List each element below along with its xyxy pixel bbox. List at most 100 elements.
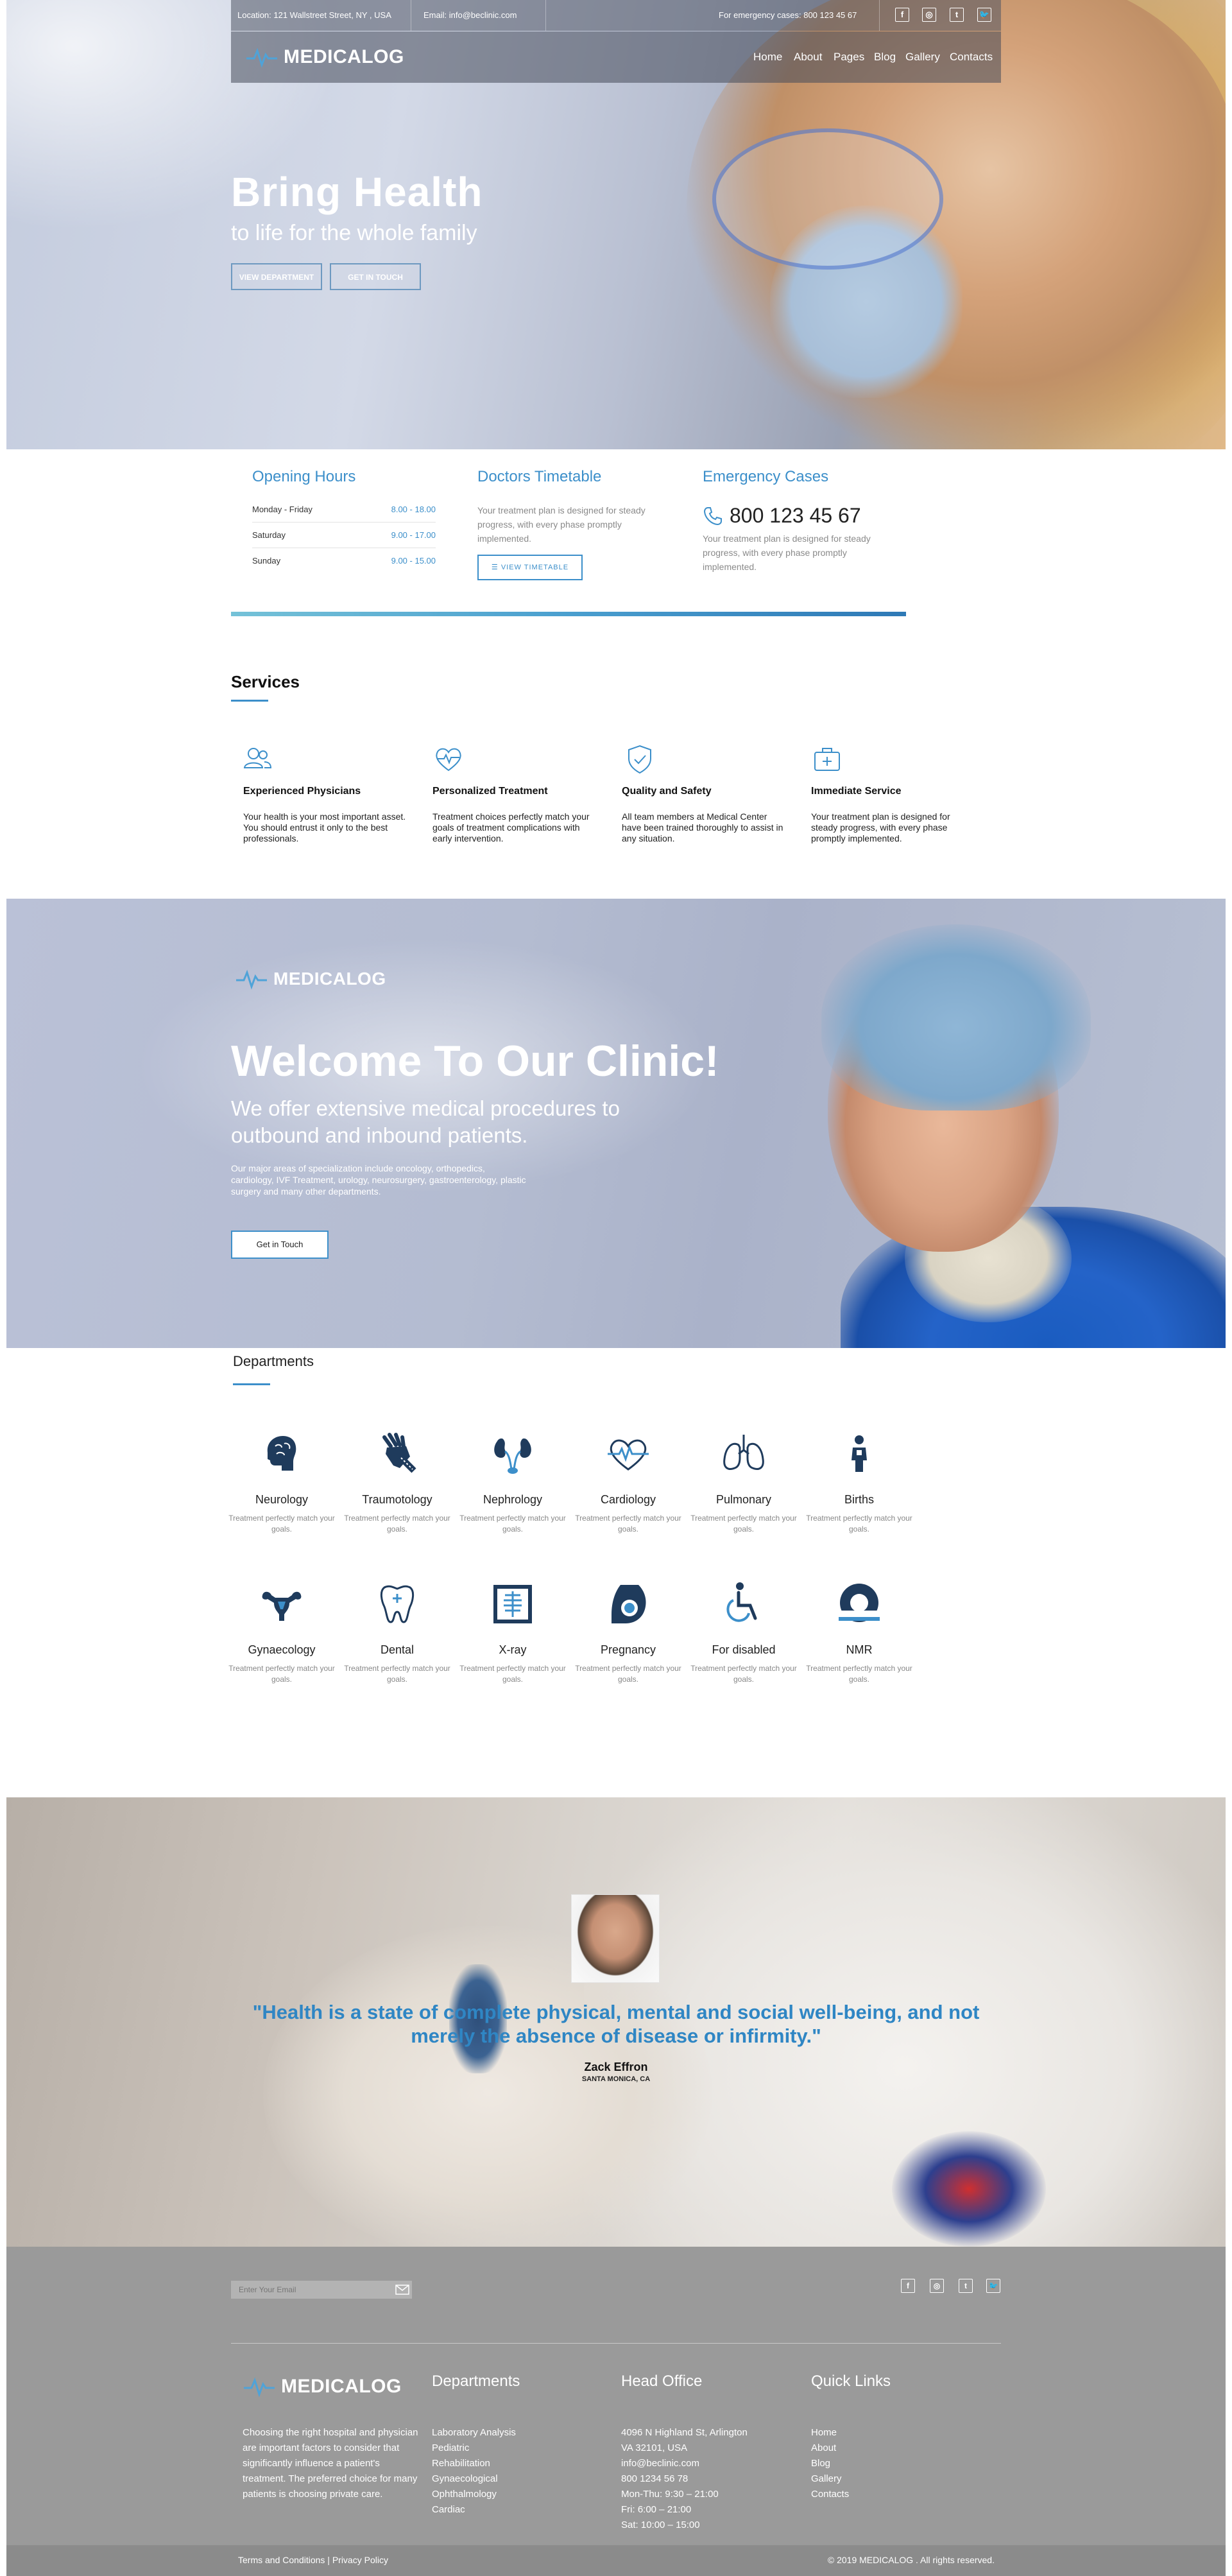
department-desc: Treatment perfectly match your goals. [690, 1664, 797, 1684]
nav-home[interactable]: Home [753, 48, 782, 66]
department-item[interactable]: Dental Treatment perfectly match your go… [343, 1578, 452, 1685]
department-item[interactable]: Cardiology Treatment perfectly match you… [574, 1428, 683, 1535]
logo-text: MEDICALOG [273, 969, 386, 989]
footer-department-link[interactable]: Gynaecological [432, 2471, 516, 2487]
xray-icon [493, 1585, 532, 1623]
twitter-icon[interactable]: 🐦 [986, 2279, 1000, 2293]
testimonial-author: Zack Effron [584, 2061, 648, 2073]
title-underline [233, 1383, 270, 1385]
welcome-text: Our major areas of specialization includ… [231, 1163, 526, 1197]
heartbeat-logo-icon [246, 48, 277, 68]
department-item[interactable]: Gynaecology Treatment perfectly match yo… [227, 1578, 336, 1685]
quick-link-contacts[interactable]: Contacts [811, 2487, 849, 2502]
nav-pages[interactable]: Pages [834, 48, 864, 66]
department-name: For disabled [712, 1643, 776, 1656]
footer-departments-title: Departments [432, 2373, 520, 2390]
view-timetable-label: VIEW TIMETABLE [501, 564, 569, 571]
emergency-cases-title: Emergency Cases [703, 468, 829, 485]
footer-logo[interactable]: MEDICALOG [243, 2375, 402, 2398]
twitter-icon[interactable]: 🐦 [977, 8, 991, 22]
testimonial-quote: "Health is a state of complete physical,… [252, 2001, 980, 2047]
department-item[interactable]: Traumotology Treatment perfectly match y… [343, 1428, 452, 1535]
department-desc: Treatment perfectly match your goals. [806, 1664, 912, 1684]
pregnancy-icon [612, 1585, 646, 1623]
footer-department-link[interactable]: Laboratory Analysis [432, 2425, 516, 2441]
newsletter-email-input[interactable] [231, 2281, 398, 2299]
hours-day: Monday - Friday [252, 505, 312, 514]
hours-row: Saturday 9.00 - 17.00 [252, 523, 436, 548]
footer-department-link[interactable]: Ophthalmology [432, 2487, 516, 2502]
topbar-emergency: For emergency cases: 800 123 45 67 [719, 10, 857, 20]
quick-link-gallery[interactable]: Gallery [811, 2471, 849, 2487]
view-timetable-button[interactable]: ☰ VIEW TIMETABLE [477, 555, 583, 580]
timetable-text: Your treatment plan is designed for stea… [477, 505, 646, 544]
nav-gallery[interactable]: Gallery [905, 48, 940, 66]
facebook-icon[interactable]: f [901, 2279, 915, 2293]
emergency-phone[interactable]: 800 123 45 67 [703, 504, 861, 528]
department-name: Pregnancy [600, 1643, 656, 1656]
heartbeat-logo-icon [244, 2377, 275, 2398]
department-item[interactable]: Pulmonary Treatment perfectly match your… [689, 1428, 798, 1535]
department-item[interactable]: Births Treatment perfectly match your go… [805, 1428, 914, 1535]
logo[interactable]: MEDICALOG [245, 46, 404, 69]
hours-row: Monday - Friday 8.00 - 18.00 [252, 497, 436, 523]
head-office-title: Head Office [621, 2373, 703, 2390]
lungs-icon [723, 1435, 764, 1470]
testimonial-location: SANTA MONICA, CA [581, 2075, 651, 2083]
footer-department-link[interactable]: Rehabilitation [432, 2456, 516, 2471]
service-title: Immediate Service [811, 786, 902, 797]
service-text: Your treatment plan is designed for stea… [811, 811, 950, 843]
welcome-subtitle: We offer extensive medical procedures to [231, 1096, 620, 1120]
get-in-touch-button[interactable]: Get in Touch [231, 1231, 329, 1259]
hero-photo-goggles [712, 128, 943, 270]
nav-blog[interactable]: Blog [874, 48, 896, 66]
legal-links[interactable]: Terms and Conditions | Privacy Policy [238, 2555, 388, 2565]
department-item[interactable]: Neurology Treatment perfectly match your… [227, 1428, 336, 1535]
hero-title: Bring Health [231, 169, 483, 215]
department-item[interactable]: X-ray Treatment perfectly match your goa… [458, 1578, 567, 1685]
footer-department-link[interactable]: Pediatric [432, 2441, 516, 2456]
newsletter-submit-button[interactable] [393, 2281, 412, 2299]
office-email[interactable]: info@beclinic.com [621, 2456, 748, 2471]
department-desc: Treatment perfectly match your goals. [690, 1514, 797, 1534]
office-hours: Sat: 10:00 – 15:00 [621, 2520, 700, 2530]
service-title: Quality and Safety [622, 786, 712, 797]
department-item[interactable]: Pregnancy Treatment perfectly match your… [574, 1578, 683, 1685]
department-item[interactable]: For disabled Treatment perfectly match y… [689, 1578, 798, 1685]
departments-title: Departments [233, 1353, 314, 1369]
info-divider-bar [231, 612, 906, 616]
department-item[interactable]: Nephrology Treatment perfectly match you… [458, 1428, 567, 1535]
nav-about[interactable]: About [794, 48, 822, 66]
office-phone[interactable]: 800 1234 56 78 [621, 2471, 748, 2487]
welcome-photo-cap [821, 924, 1091, 1111]
quick-link-home[interactable]: Home [811, 2425, 849, 2441]
facebook-icon[interactable]: f [895, 8, 909, 22]
main-navbar: MEDICALOG Home About Pages Blog Gallery … [231, 31, 1001, 83]
tumblr-icon[interactable]: t [950, 8, 964, 22]
quick-link-blog[interactable]: Blog [811, 2456, 849, 2471]
hours-time: 8.00 - 18.00 [391, 505, 436, 514]
quick-link-about[interactable]: About [811, 2441, 849, 2456]
instagram-icon[interactable]: ◎ [922, 8, 936, 22]
testimonial-photo-badge [892, 2131, 1046, 2247]
hero-subtitle: to life for the whole family [231, 221, 477, 245]
emergency-phone-number: 800 123 45 67 [730, 504, 861, 527]
topbar-email[interactable]: Email: info@beclinic.com [417, 0, 523, 31]
footer-department-link[interactable]: Cardiac [432, 2502, 516, 2518]
heart-pulse-icon [436, 748, 461, 772]
welcome-logo: MEDICALOG [235, 967, 386, 990]
instagram-icon[interactable]: ◎ [930, 2279, 944, 2293]
opening-hours-title: Opening Hours [252, 468, 356, 485]
service-text: All team members at Medical Center have … [622, 811, 783, 843]
welcome-subtitle: outbound and inbound patients. [231, 1123, 528, 1147]
nav-contacts[interactable]: Contacts [950, 48, 993, 66]
view-department-button[interactable]: view department [231, 263, 322, 290]
kidneys-icon [494, 1438, 531, 1474]
service-title: Personalized Treatment [432, 786, 548, 797]
get-in-touch-button[interactable]: get in touch [330, 263, 421, 290]
copyright: © 2019 MEDICALOG . All rights reserved. [827, 2555, 995, 2565]
users-icon [243, 748, 272, 768]
department-item[interactable]: NMR Treatment perfectly match your goals… [805, 1578, 914, 1685]
tumblr-icon[interactable]: t [959, 2279, 973, 2293]
doctors-timetable-title: Doctors Timetable [477, 468, 602, 485]
